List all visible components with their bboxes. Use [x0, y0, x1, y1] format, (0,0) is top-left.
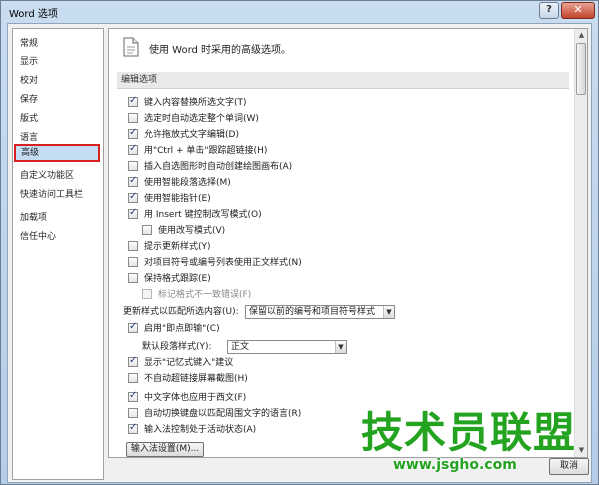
nav-item-customize-ribbon[interactable]: 自定义功能区: [13, 167, 103, 185]
option-normal-style-for-lists[interactable]: 对项目符号或编号列表使用正文样式(N): [128, 257, 302, 271]
update-style-select[interactable]: 保留以前的编号和项目符号样式 ▼: [245, 305, 395, 319]
scroll-up-icon[interactable]: ▲: [575, 29, 587, 42]
scroll-thumb[interactable]: [576, 43, 586, 95]
nav-item-display[interactable]: 显示: [13, 53, 103, 71]
option-insert-key-overtype[interactable]: 用 Insert 键控制改写模式(O): [128, 207, 262, 223]
title-bar: Word 选项 ? ✕: [1, 1, 598, 23]
word-options-dialog: Word 选项 ? ✕ 常规 显示 校对 保存 版式 语言 高级 自定义功能区 …: [0, 0, 599, 485]
watermark-url: www.jsgho.com: [393, 457, 517, 473]
option-ime-control-active[interactable]: 输入法控制处于活动状态(A): [128, 422, 256, 438]
option-prompt-update-style[interactable]: 提示更新样式(Y): [128, 241, 211, 255]
nav-item-general[interactable]: 常规: [13, 35, 103, 53]
options-nav: 常规 显示 校对 保存 版式 语言 高级 自定义功能区 快速访问工具栏 加载项 …: [12, 28, 104, 480]
nav-item-save[interactable]: 保存: [13, 91, 103, 109]
close-button[interactable]: ✕: [561, 2, 595, 19]
nav-item-add-ins[interactable]: 加载项: [13, 209, 103, 227]
option-use-overtype-mode[interactable]: 使用改写模式(V): [142, 225, 225, 239]
default-paragraph-style-select[interactable]: 正文 ▼: [227, 340, 347, 354]
checkbox[interactable]: [128, 191, 138, 203]
vertical-scrollbar[interactable]: ▲ ▼: [574, 29, 587, 457]
checkbox[interactable]: [128, 241, 138, 251]
checkbox[interactable]: [128, 408, 138, 418]
document-settings-icon: [123, 37, 139, 57]
nav-item-advanced[interactable]: 高级: [14, 144, 100, 162]
window-title: Word 选项: [9, 9, 58, 20]
option-auto-drawing-canvas[interactable]: 插入自选图形时自动创建绘图画布(A): [128, 161, 292, 175]
option-keep-track-formatting[interactable]: 保持格式跟踪(E): [128, 273, 211, 287]
nav-item-trust-center[interactable]: 信任中心: [13, 228, 103, 246]
option-smart-cursoring[interactable]: 使用智能指针(E): [128, 191, 211, 207]
checkbox[interactable]: [128, 373, 138, 383]
help-button[interactable]: ?: [539, 2, 559, 19]
checkbox[interactable]: [128, 127, 138, 139]
option-auto-select-word[interactable]: 选定时自动选定整个单词(W): [128, 113, 259, 127]
checkbox[interactable]: [128, 207, 138, 219]
checkbox[interactable]: [128, 321, 138, 333]
checkbox[interactable]: [128, 355, 138, 367]
checkbox[interactable]: [128, 257, 138, 267]
checkbox[interactable]: [142, 225, 152, 235]
checkbox[interactable]: [128, 175, 138, 187]
option-chinese-font-western[interactable]: 中文字体也应用于西文(F): [128, 390, 246, 406]
option-smart-paragraph-selection[interactable]: 使用智能段落选择(M): [128, 175, 231, 191]
panel-description: 使用 Word 时采用的高级选项。: [149, 45, 292, 56]
option-mark-formatting-inconsistencies: 标记格式不一致错误(F): [142, 289, 251, 303]
checkbox[interactable]: [128, 390, 138, 402]
checkbox[interactable]: [128, 143, 138, 155]
option-drag-and-drop[interactable]: 允许拖放式文字编辑(D): [128, 127, 239, 143]
checkbox[interactable]: [128, 113, 138, 123]
option-show-autocomplete[interactable]: 显示"记忆式键入"建议: [128, 355, 233, 371]
nav-item-proofing[interactable]: 校对: [13, 72, 103, 90]
checkbox[interactable]: [128, 95, 138, 107]
advanced-options-panel: 使用 Word 时采用的高级选项。 编辑选项 键入内容替换所选文字(T) 选定时…: [108, 28, 588, 458]
section-editing-options: 编辑选项: [117, 72, 569, 89]
nav-item-quick-access-toolbar[interactable]: 快速访问工具栏: [13, 186, 103, 204]
checkbox[interactable]: [128, 161, 138, 171]
option-ctrl-click-hyperlink[interactable]: 用"Ctrl + 单击"跟踪超链接(H): [128, 143, 267, 159]
chevron-down-icon: ▼: [335, 341, 346, 353]
chevron-down-icon: ▼: [383, 306, 394, 318]
update-style-label: 更新样式以匹配所选内容(U):: [123, 307, 239, 317]
checkbox[interactable]: [128, 273, 138, 283]
option-no-auto-hyperlink-screenshot[interactable]: 不自动超链接屏幕截图(H): [128, 373, 248, 387]
default-paragraph-style-label: 默认段落样式(Y):: [142, 342, 212, 352]
option-typing-replaces-selection[interactable]: 键入内容替换所选文字(T): [128, 95, 247, 111]
nav-item-layout[interactable]: 版式: [13, 110, 103, 128]
option-auto-switch-keyboard[interactable]: 自动切换键盘以匹配周围文字的语言(R): [128, 408, 301, 422]
checkbox: [142, 289, 152, 299]
option-click-and-type[interactable]: 启用"即点即输"(C): [128, 321, 220, 337]
ime-settings-button[interactable]: 输入法设置(M)...: [126, 442, 204, 457]
checkbox[interactable]: [128, 422, 138, 434]
